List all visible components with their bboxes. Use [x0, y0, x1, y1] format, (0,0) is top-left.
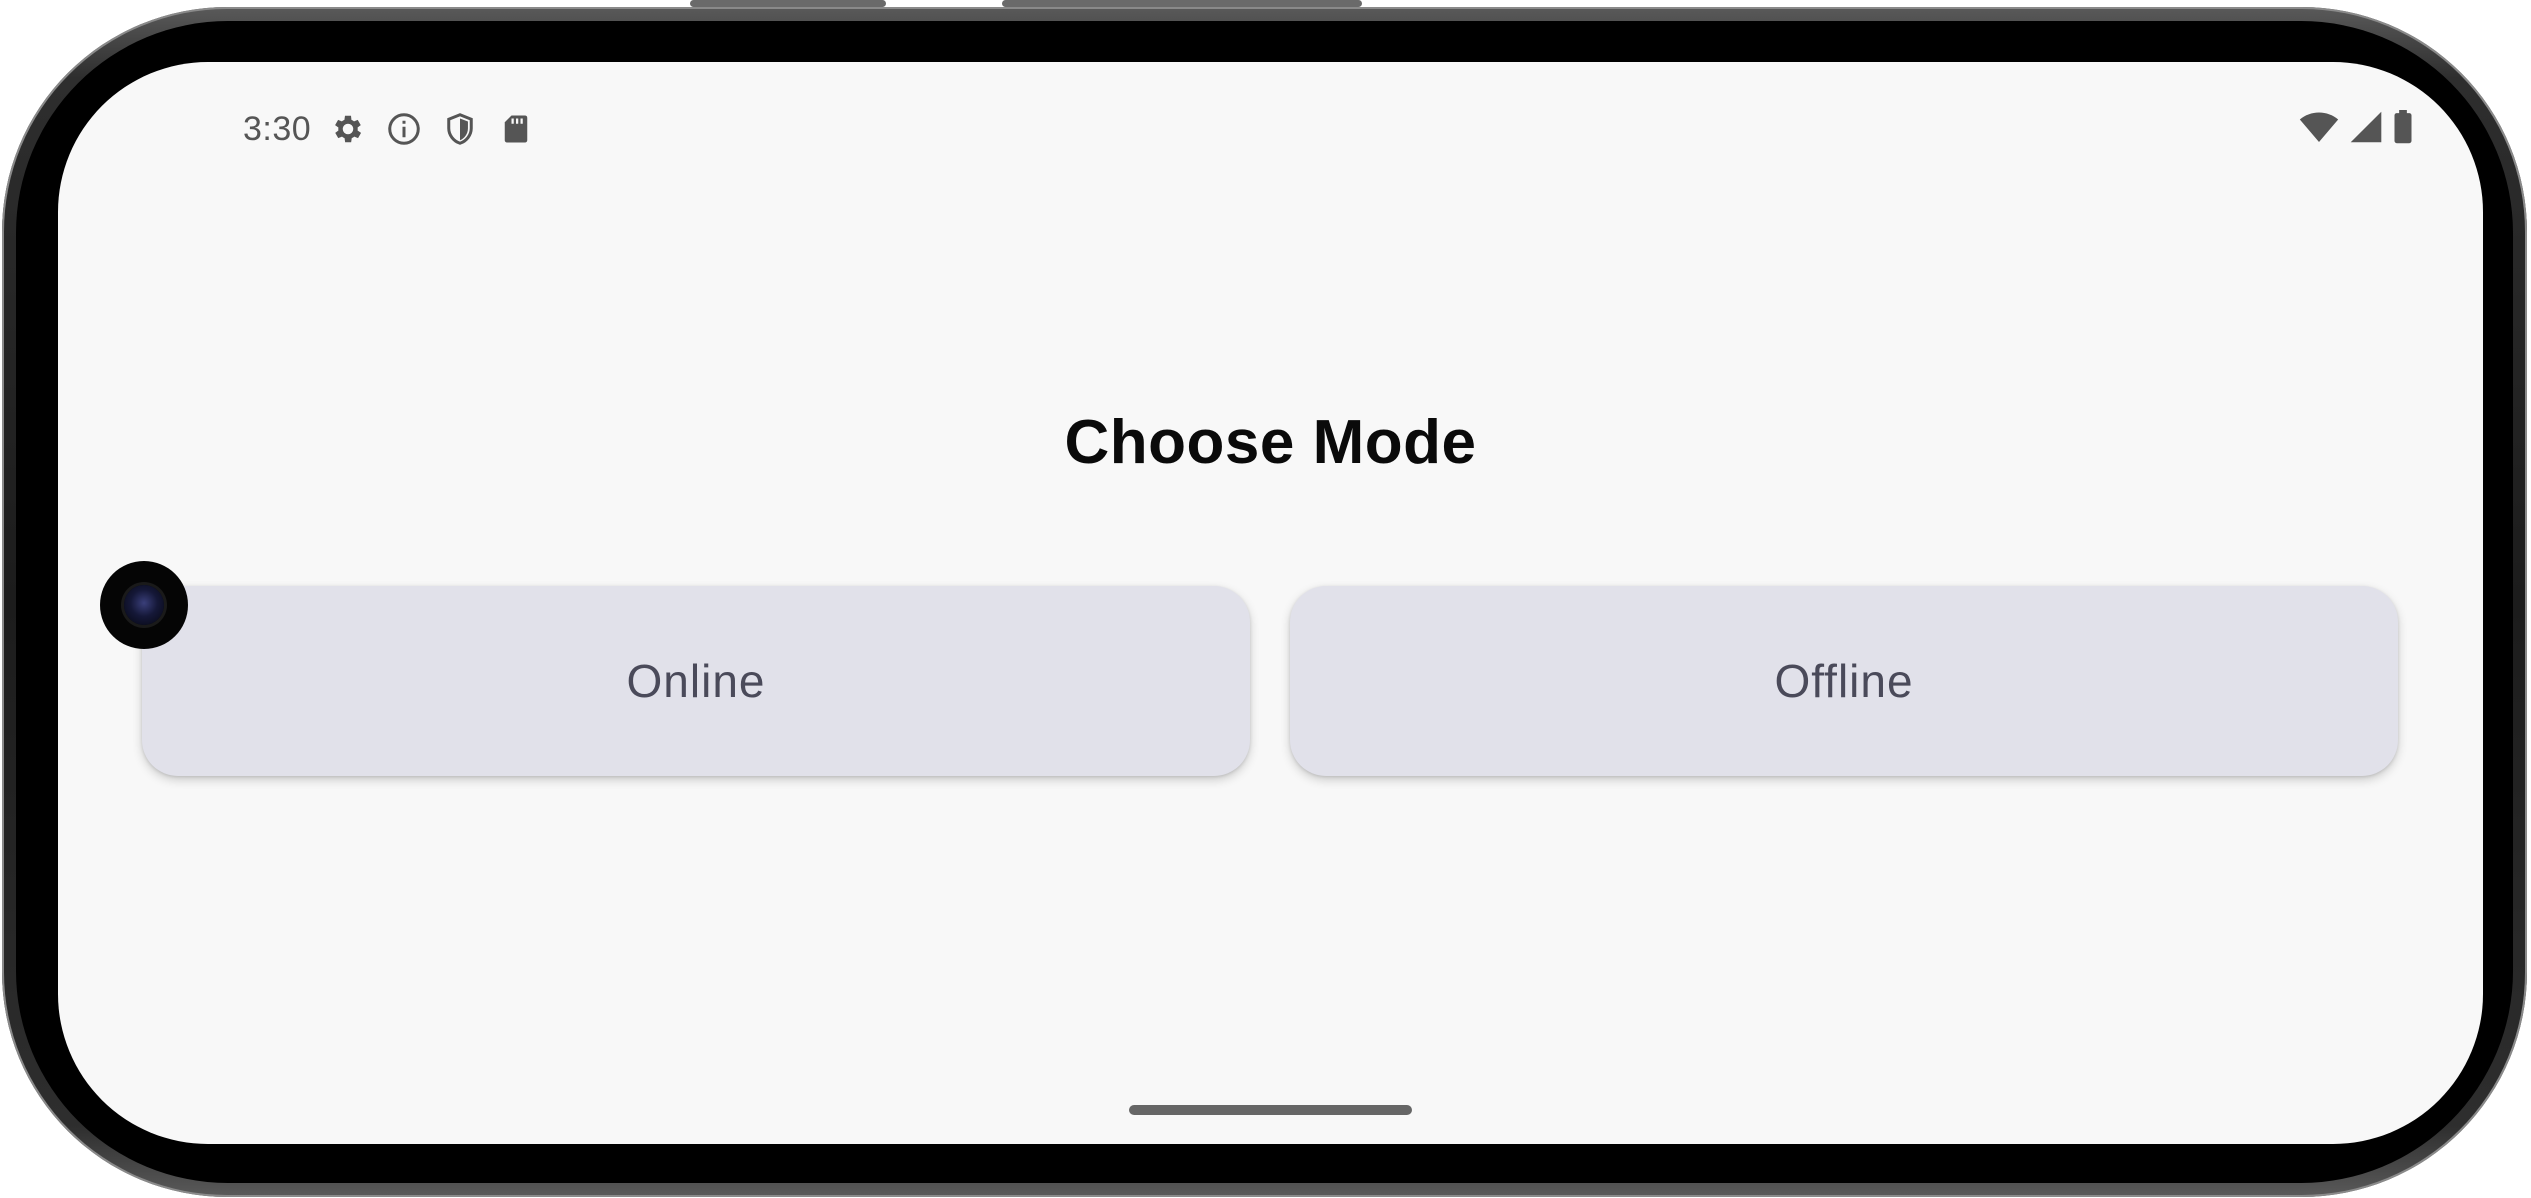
wifi-icon	[2299, 110, 2339, 149]
shield-icon	[441, 110, 479, 148]
volume-button	[690, 0, 886, 7]
gear-icon	[329, 110, 367, 148]
status-bar: 3:30	[58, 62, 2483, 148]
offline-button[interactable]: Offline	[1290, 586, 2398, 776]
battery-icon	[2393, 109, 2413, 149]
status-time: 3:30	[243, 109, 312, 148]
home-indicator[interactable]	[1129, 1105, 1412, 1115]
sd-card-icon	[497, 110, 535, 148]
info-icon	[385, 110, 423, 148]
cell-signal-icon	[2349, 110, 2383, 149]
screen: 3:30 Choose Mode Online Offline	[58, 62, 2483, 1144]
online-button-label: Online	[626, 655, 766, 707]
power-button	[1002, 0, 1362, 7]
front-camera	[100, 561, 188, 649]
page-title: Choose Mode	[1064, 408, 1477, 477]
status-left: 3:30	[243, 110, 535, 148]
camera-lens	[124, 585, 164, 625]
status-right	[2299, 109, 2413, 149]
offline-button-label: Offline	[1774, 655, 1914, 707]
online-button[interactable]: Online	[142, 586, 1250, 776]
